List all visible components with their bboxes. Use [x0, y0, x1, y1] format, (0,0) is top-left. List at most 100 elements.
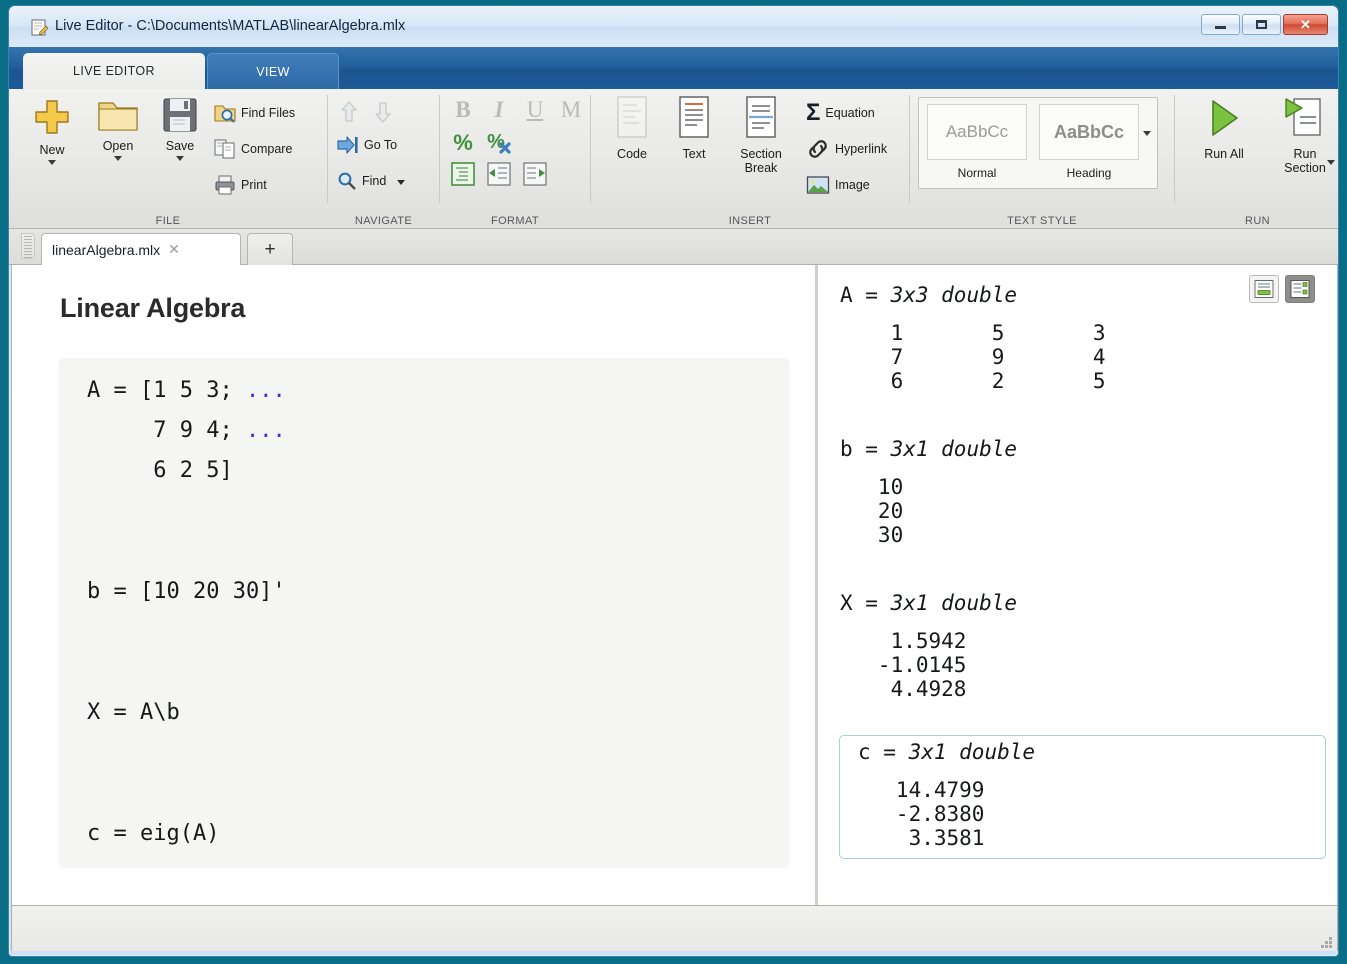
style-gallery-more-caret[interactable]: [1143, 131, 1151, 154]
style-normal[interactable]: AaBbCc Normal: [927, 104, 1027, 180]
insert-section-break-button[interactable]: Section Break: [725, 95, 797, 191]
tab-view-label: VIEW: [256, 64, 290, 79]
italic-label: I: [494, 97, 504, 122]
live-editor-icon: [31, 19, 48, 36]
insert-code-label: Code: [617, 147, 647, 161]
search-icon: [337, 171, 357, 191]
monospace-button: M: [556, 95, 586, 125]
go-to-button[interactable]: Go To: [334, 131, 400, 159]
code-line-2: 7 9 4; ...: [87, 418, 286, 443]
underline-label: U: [526, 97, 544, 122]
open-button[interactable]: Open: [87, 95, 149, 191]
code-line-6: c = eig(A): [87, 821, 220, 846]
text-icon: [674, 95, 714, 143]
ribbon-group-navigate: Go To Find NAVIGATE: [328, 89, 439, 229]
find-files-button[interactable]: Find Files: [211, 99, 298, 127]
tab-bar-drag-handle[interactable]: [21, 233, 35, 259]
code-line-3: 6 2 5]: [87, 458, 233, 483]
save-button[interactable]: Save: [149, 95, 211, 191]
group-label-navigate: NAVIGATE: [354, 215, 413, 227]
save-button-label: Save: [165, 139, 195, 153]
insert-code-button[interactable]: Code: [601, 95, 663, 191]
insert-equation-button[interactable]: Σ Equation: [803, 99, 878, 127]
document-tab-linearalgebra[interactable]: linearAlgebra.mlx ✕: [41, 233, 241, 265]
link-icon: [806, 138, 830, 160]
print-button[interactable]: Print: [211, 171, 270, 199]
smart-indent-icon[interactable]: [448, 159, 478, 189]
monospace-label: M: [560, 97, 582, 122]
ribbon-group-file: New Open Save Find Files Compare Print F…: [9, 89, 327, 229]
close-icon[interactable]: ✕: [168, 241, 180, 258]
code-line-4: b = [10 20 30]': [87, 579, 286, 604]
document-tab-label: linearAlgebra.mlx: [52, 241, 161, 258]
compare-button[interactable]: Compare: [211, 135, 295, 163]
increase-indent-icon[interactable]: [484, 159, 514, 189]
output-row: 4.4928: [840, 677, 967, 701]
resize-grip[interactable]: [1318, 934, 1332, 948]
go-up-icon: [334, 97, 364, 127]
new-tab-button[interactable]: +: [247, 233, 293, 265]
ribbon-group-format: B I U M % % FORMAT: [440, 89, 590, 229]
bold-label: B: [455, 97, 471, 122]
page-title: Linear Algebra: [60, 293, 246, 323]
minimize-button[interactable]: [1201, 14, 1240, 35]
plus-icon: +: [264, 238, 276, 260]
style-gallery: AaBbCc Normal AaBbCc Heading: [918, 97, 1158, 189]
run-section-dropdown-caret[interactable]: [1327, 160, 1335, 183]
output-variable-header: A = 3x3 double: [840, 283, 1018, 307]
maximize-button[interactable]: [1242, 14, 1281, 35]
decrease-indent-icon[interactable]: [520, 159, 550, 189]
code-line-1: A = [1 5 3; ...: [87, 378, 286, 403]
uncomment-icon[interactable]: %: [484, 127, 514, 157]
comment-icon[interactable]: %: [448, 127, 478, 157]
save-icon: [160, 95, 200, 135]
output-row: 30: [840, 523, 904, 547]
new-button[interactable]: New: [21, 95, 83, 191]
style-heading-label: Heading: [1066, 166, 1112, 180]
find-label: Find: [362, 174, 387, 188]
new-dropdown-caret[interactable]: [48, 160, 56, 166]
go-to-icon: [337, 135, 359, 155]
find-dropdown-caret[interactable]: [397, 180, 406, 185]
tab-live-editor[interactable]: LIVE EDITOR: [23, 53, 205, 89]
live-script-pane[interactable]: Linear Algebra A = [1 5 3; ... 7 9 4; ..…: [12, 265, 815, 905]
output-block-c[interactable]: c = 3x1 double 14.4799 -2.8380 3.3581: [839, 735, 1326, 859]
output-row: 7 9 4: [840, 345, 1106, 369]
run-section-label-1: Run: [1293, 147, 1317, 161]
run-all-button[interactable]: Run All: [1185, 95, 1263, 191]
section-break-icon: [741, 95, 781, 143]
insert-image-label: Image: [835, 178, 870, 192]
insert-text-label: Text: [682, 147, 706, 161]
status-bar: [11, 905, 1338, 951]
title-bar: Live Editor - C:\Documents\MATLAB\linear…: [9, 6, 1338, 47]
insert-section-break-label-2: Break: [744, 161, 778, 176]
find-button[interactable]: Find: [334, 167, 408, 195]
output-row: 1.5942: [840, 629, 967, 653]
ribbon-group-text-style: AaBbCc Normal AaBbCc Heading TEXT STYLE: [910, 89, 1174, 229]
close-button[interactable]: ✕: [1283, 14, 1328, 35]
open-dropdown-caret[interactable]: [114, 156, 122, 162]
editor-content-area: Linear Algebra A = [1 5 3; ... 7 9 4; ..…: [11, 265, 1338, 905]
sigma-icon: Σ: [806, 99, 821, 126]
svg-text:%: %: [453, 130, 473, 155]
style-heading[interactable]: AaBbCc Heading: [1039, 104, 1139, 180]
output-row: -2.8380: [858, 802, 985, 826]
insert-text-button[interactable]: Text: [663, 95, 725, 191]
insert-hyperlink-label: Hyperlink: [835, 142, 888, 156]
tab-view[interactable]: VIEW: [207, 53, 339, 89]
output-block-X: X = 3x1 double 1.5942 -1.0145 4.4928: [840, 591, 1327, 701]
bold-button: B: [448, 95, 478, 125]
ribbon-tab-strip: LIVE EDITOR VIEW: [9, 47, 1338, 125]
output-block-A: A = 3x3 double 1 5 3 7 9 4 6 2 5: [840, 283, 1327, 393]
code-block[interactable]: A = [1 5 3; ... 7 9 4; ... 6 2 5] b = [1…: [59, 358, 789, 868]
italic-button: I: [484, 95, 514, 125]
run-section-icon: [1282, 95, 1328, 143]
application-window: Live Editor - C:\Documents\MATLAB\linear…: [8, 5, 1339, 957]
insert-hyperlink-button[interactable]: Hyperlink: [803, 135, 890, 163]
ribbon-group-run: Run All Run Section RUN: [1175, 89, 1338, 229]
save-dropdown-caret[interactable]: [176, 156, 184, 162]
folder-icon: [96, 95, 140, 135]
insert-image-button[interactable]: Image: [803, 171, 873, 199]
find-files-icon: [214, 102, 236, 124]
group-label-run: RUN: [1244, 215, 1271, 227]
